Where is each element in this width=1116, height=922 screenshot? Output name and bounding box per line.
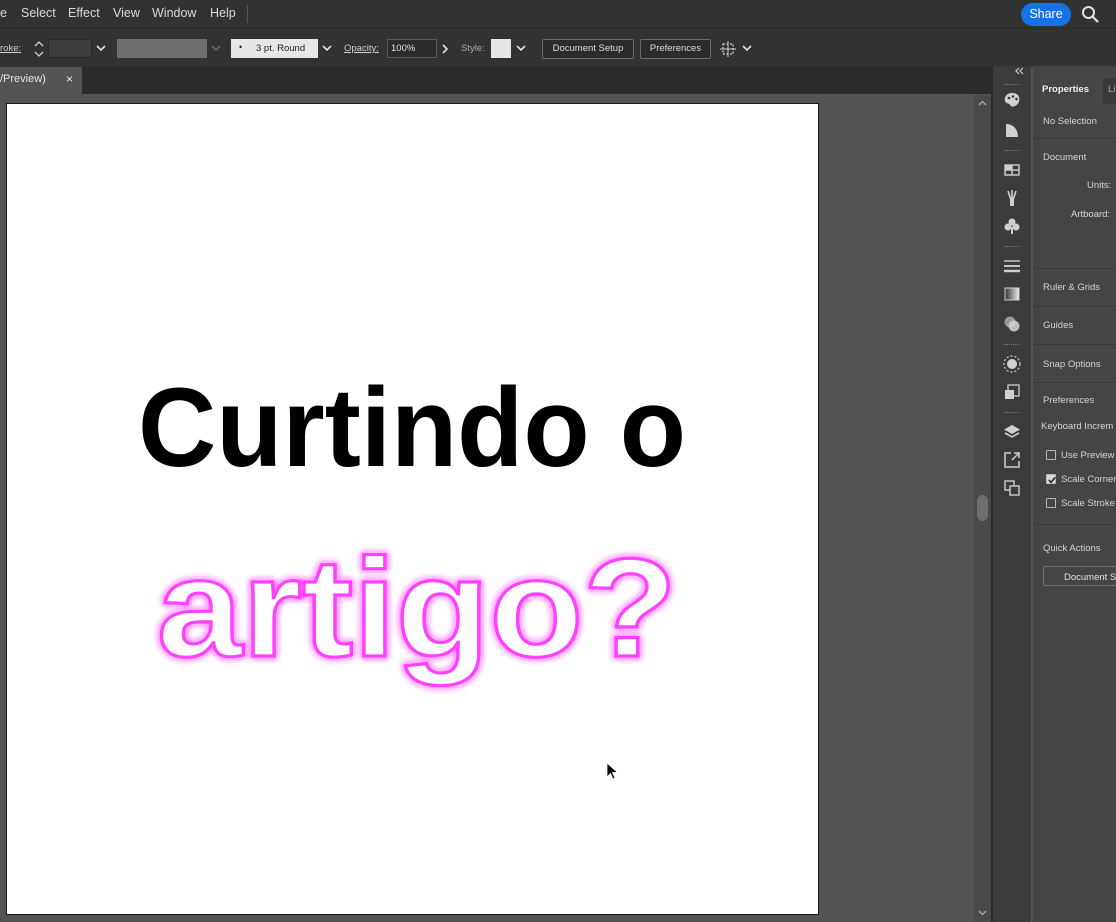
- align-chevron-icon[interactable]: [740, 43, 754, 55]
- transparency-icon[interactable]: [1002, 314, 1022, 334]
- artboard[interactable]: Curtindo o artigo?: [6, 103, 819, 915]
- use-preview-label: Use Preview: [1061, 450, 1115, 461]
- divider: [1033, 306, 1116, 307]
- symbols-icon[interactable]: [1002, 216, 1022, 236]
- scale-strokes-label: Scale Stroke: [1061, 498, 1115, 509]
- scroll-up-icon[interactable]: [977, 99, 988, 107]
- tab-layers[interactable]: Li: [1108, 84, 1115, 95]
- style-label: Style:: [461, 43, 485, 54]
- strip-grip[interactable]: [1004, 344, 1020, 347]
- search-icon[interactable]: [1081, 5, 1099, 23]
- document-tab-bar: /Preview) ×: [0, 67, 992, 94]
- swatches-icon[interactable]: [1002, 160, 1022, 180]
- stroke-weight-field[interactable]: [48, 39, 92, 58]
- align-to-icon[interactable]: [719, 39, 739, 59]
- chevron-down-icon[interactable]: [93, 43, 109, 55]
- menu-separator: [247, 5, 248, 23]
- document-tab-title: /Preview): [0, 73, 46, 85]
- profile-chevron-icon[interactable]: [208, 43, 224, 55]
- export-icon[interactable]: [1002, 450, 1022, 470]
- opacity-field[interactable]: 100%: [387, 39, 437, 58]
- quick-actions-heading: Quick Actions: [1043, 543, 1101, 554]
- checkmark-icon: [1048, 476, 1056, 484]
- collapse-panels-icon[interactable]: [1013, 66, 1027, 76]
- artboards-icon[interactable]: [1002, 478, 1022, 498]
- strip-grip[interactable]: [1004, 84, 1020, 87]
- tab-properties-label: Properties: [1042, 84, 1089, 95]
- brush-chevron-icon[interactable]: [319, 43, 335, 55]
- no-selection-label: No Selection: [1043, 116, 1097, 127]
- strip-grip[interactable]: [1004, 412, 1020, 415]
- artboard-canvas: Curtindo o artigo?: [138, 365, 686, 688]
- scale-strokes-checkbox[interactable]: [1046, 498, 1056, 508]
- snap-options-section[interactable]: Snap Options: [1043, 359, 1101, 370]
- color-palette-icon[interactable]: [1002, 90, 1022, 110]
- divider: [1033, 268, 1116, 269]
- style-chevron-icon[interactable]: [513, 43, 529, 55]
- panel-icon-strip: [993, 66, 1031, 922]
- divider: [1033, 138, 1116, 139]
- control-bar: roke: • 3 pt. Round Opacity: 100% Style:…: [0, 28, 1116, 67]
- use-preview-checkbox[interactable]: [1046, 450, 1056, 460]
- document-setup-quick-label: Document S: [1064, 572, 1116, 583]
- divider: [1033, 524, 1116, 525]
- chevron-right-icon[interactable]: [439, 41, 451, 57]
- panel-tabs: Properties Li: [1033, 78, 1116, 104]
- layers-icon[interactable]: [1002, 422, 1022, 442]
- appearance-icon[interactable]: [1002, 354, 1022, 374]
- stroke-icon[interactable]: [1002, 256, 1022, 276]
- ruler-grids-section[interactable]: Ruler & Grids: [1043, 282, 1100, 293]
- graphic-style-swatch[interactable]: [491, 39, 511, 58]
- properties-panel: Properties Li No Selection Document Unit…: [1033, 66, 1116, 922]
- brush-dot-icon: •: [239, 42, 243, 52]
- brushes-icon[interactable]: [1002, 188, 1022, 208]
- graphic-styles-icon[interactable]: [1002, 382, 1022, 402]
- document-tab[interactable]: /Preview) ×: [0, 67, 82, 94]
- mouse-cursor-icon: [606, 762, 619, 780]
- guides-section[interactable]: Guides: [1043, 320, 1073, 331]
- opacity-label: Opacity:: [344, 43, 379, 54]
- scroll-thumb[interactable]: [977, 495, 988, 521]
- scroll-down-icon[interactable]: [977, 909, 988, 917]
- units-label: Units:: [1087, 180, 1112, 191]
- brush-definition-field[interactable]: • 3 pt. Round: [231, 39, 318, 58]
- variable-width-profile[interactable]: [117, 39, 207, 58]
- scale-corners-label: Scale Corner: [1061, 474, 1116, 485]
- vertical-scrollbar[interactable]: [974, 95, 991, 922]
- menubar: e Select Effect View Window Help Share: [0, 0, 1116, 28]
- stroke-label: roke:: [0, 43, 22, 54]
- gradient-icon[interactable]: [1002, 284, 1022, 304]
- brush-value: 3 pt. Round: [256, 43, 306, 54]
- tab-properties[interactable]: Properties: [1033, 78, 1103, 104]
- color-guide-icon[interactable]: [1002, 120, 1022, 140]
- neon-outline-text[interactable]: artigo?: [155, 527, 678, 687]
- artboard-label: Artboard:: [1071, 209, 1111, 220]
- menu-effect[interactable]: Effect: [68, 6, 100, 20]
- share-button[interactable]: Share: [1021, 3, 1071, 26]
- divider: [1033, 382, 1116, 383]
- preferences-section[interactable]: Preferences: [1043, 395, 1094, 406]
- divider: [1033, 344, 1116, 345]
- scale-corners-checkbox[interactable]: [1046, 474, 1056, 484]
- menu-view[interactable]: View: [113, 6, 140, 20]
- strip-grip[interactable]: [1004, 150, 1020, 153]
- menu-file[interactable]: e: [0, 6, 7, 20]
- document-heading: Document: [1043, 152, 1087, 163]
- headline-text[interactable]: Curtindo o: [138, 365, 686, 490]
- menu-help[interactable]: Help: [210, 6, 236, 20]
- document-setup-button[interactable]: Document Setup: [542, 39, 634, 59]
- stroke-weight-stepper[interactable]: [31, 39, 47, 59]
- keyboard-increment-label: Keyboard Increm: [1041, 421, 1114, 432]
- preferences-button[interactable]: Preferences: [640, 39, 711, 59]
- strip-grip[interactable]: [1004, 246, 1020, 249]
- menu-window[interactable]: Window: [152, 6, 196, 20]
- close-icon[interactable]: ×: [66, 72, 73, 86]
- menu-select[interactable]: Select: [21, 6, 56, 20]
- document-setup-quick-button[interactable]: Document S: [1043, 566, 1116, 586]
